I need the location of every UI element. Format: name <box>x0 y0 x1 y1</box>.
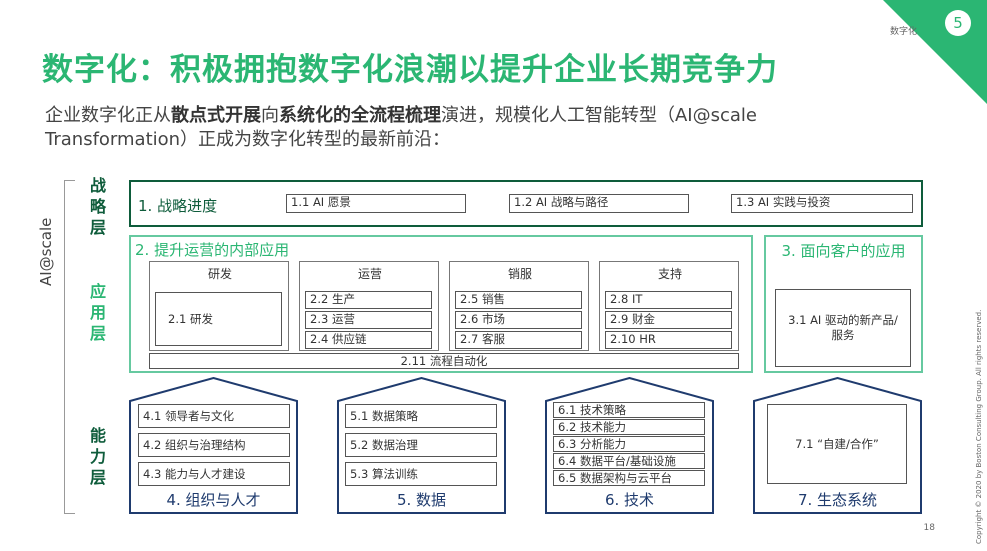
column-sales-service: 销服 2.5 销售 2.6 市场 2.7 客服 <box>449 261 589 351</box>
sales-item: 2.5 销售 <box>455 291 582 309</box>
capability-house-ecosystem: 7.1 “自建/合作” 7. 生态系统 <box>753 377 922 514</box>
automation-bar: 2.11 流程自动化 <box>149 353 739 369</box>
capability-name: 4. 组织与人才 <box>166 491 261 509</box>
tech-item: 6.4 数据平台/基础设施 <box>553 453 705 469</box>
layer-label-strategy: 战略层 <box>89 176 106 237</box>
data-item: 5.2 数据治理 <box>345 433 497 457</box>
corner-triangle <box>883 0 987 104</box>
column-header: 支持 <box>657 267 682 281</box>
ai-scale-label: AI@scale <box>37 213 55 290</box>
column-header: 运营 <box>357 267 382 281</box>
ops-item: 2.2 生产 <box>305 291 432 309</box>
customer-app-title: 3. 面向客户的应用 <box>781 242 906 260</box>
page-subtitle: 企业数字化正从散点式开展向系统化的全流程梳理演进，规模化人工智能转型（AI@sc… <box>45 105 758 150</box>
sales-item: 2.6 市场 <box>455 311 582 329</box>
support-item: 2.8 IT <box>605 291 732 309</box>
tech-item: 6.5 数据架构与云平台 <box>553 470 705 486</box>
ecosystem-item: 7.1 “自建/合作” <box>795 437 879 451</box>
org-item: 4.1 领导者与文化 <box>138 404 290 428</box>
capability-name: 5. 数据 <box>396 491 447 509</box>
strategy-title: 1. 战略进度 <box>138 197 218 215</box>
copyright-text: Copyright © 2020 by Boston Consulting Gr… <box>975 309 983 544</box>
data-item: 5.1 数据策略 <box>345 404 497 428</box>
section-label: 数字化 <box>889 27 917 37</box>
column-operations: 运营 2.2 生产 2.3 运营 2.4 供应链 <box>299 261 439 351</box>
tech-item: 6.1 技术策略 <box>553 402 705 418</box>
org-item: 4.2 组织与治理结构 <box>138 433 290 457</box>
capability-house-data: 5.1 数据策略 5.2 数据治理 5.3 算法训练 5. 数据 <box>337 377 506 514</box>
capability-name: 7. 生态系统 <box>797 491 878 509</box>
layer-label-application: 应用层 <box>89 282 106 343</box>
ops-item: 2.3 运营 <box>305 311 432 329</box>
internal-app-title: 2. 提升运营的内部应用 <box>135 241 290 259</box>
data-item: 5.3 算法训练 <box>345 462 497 486</box>
rnd-item: 2.1 研发 <box>168 312 213 326</box>
column-rnd: 研发 2.1 研发 <box>149 261 289 351</box>
customer-item: 3.1 AI 驱动的新产品/服务 <box>788 313 898 342</box>
capability-name: 6. 技术 <box>604 491 655 509</box>
sales-item: 2.7 客服 <box>455 331 582 349</box>
org-item: 4.3 能力与人才建设 <box>138 462 290 486</box>
strategy-box: 1. 战略进度 1.1 AI 愿景 1.2 AI 战略与路径 1.3 AI 实践… <box>129 180 923 227</box>
customer-item-box: 3.1 AI 驱动的新产品/服务 <box>775 289 911 367</box>
capability-house-org: 4.1 领导者与文化 4.2 组织与治理结构 4.3 能力与人才建设 4. 组织… <box>129 377 298 514</box>
column-header: 销服 <box>507 267 532 281</box>
support-item: 2.9 财金 <box>605 311 732 329</box>
column-header: 研发 <box>207 267 232 281</box>
tech-item: 6.3 分析能力 <box>553 436 705 452</box>
capability-house-tech: 6.1 技术策略 6.2 技术能力 6.3 分析能力 6.4 数据平台/基础设施… <box>545 377 714 514</box>
layer-label-capability: 能力层 <box>89 426 106 487</box>
customer-app-box: 3. 面向客户的应用 3.1 AI 驱动的新产品/服务 <box>764 235 923 373</box>
automation-label: 2.11 流程自动化 <box>400 354 488 368</box>
ops-item: 2.4 供应链 <box>305 331 432 349</box>
tech-item: 6.2 技术能力 <box>553 419 705 435</box>
strategy-item: 1.2 AI 战略与路径 <box>509 194 689 213</box>
strategy-item: 1.3 AI 实践与投资 <box>731 194 913 213</box>
page-number: 18 <box>923 523 935 533</box>
ecosystem-item-box: 7.1 “自建/合作” <box>767 404 907 484</box>
rnd-inner: 2.1 研发 <box>155 292 282 346</box>
page-title: 数字化：积极拥抱数字化浪潮以提升企业长期竞争力 <box>42 52 778 88</box>
support-item: 2.10 HR <box>605 331 732 349</box>
column-support: 支持 2.8 IT 2.9 财金 2.10 HR <box>599 261 739 351</box>
section-number-badge: 5 <box>945 10 971 36</box>
internal-app-box: 2. 提升运营的内部应用 研发 2.1 研发 运营 2.2 生产 2.3 运营 … <box>129 235 753 373</box>
left-brace <box>64 180 75 514</box>
strategy-item: 1.1 AI 愿景 <box>286 194 466 213</box>
